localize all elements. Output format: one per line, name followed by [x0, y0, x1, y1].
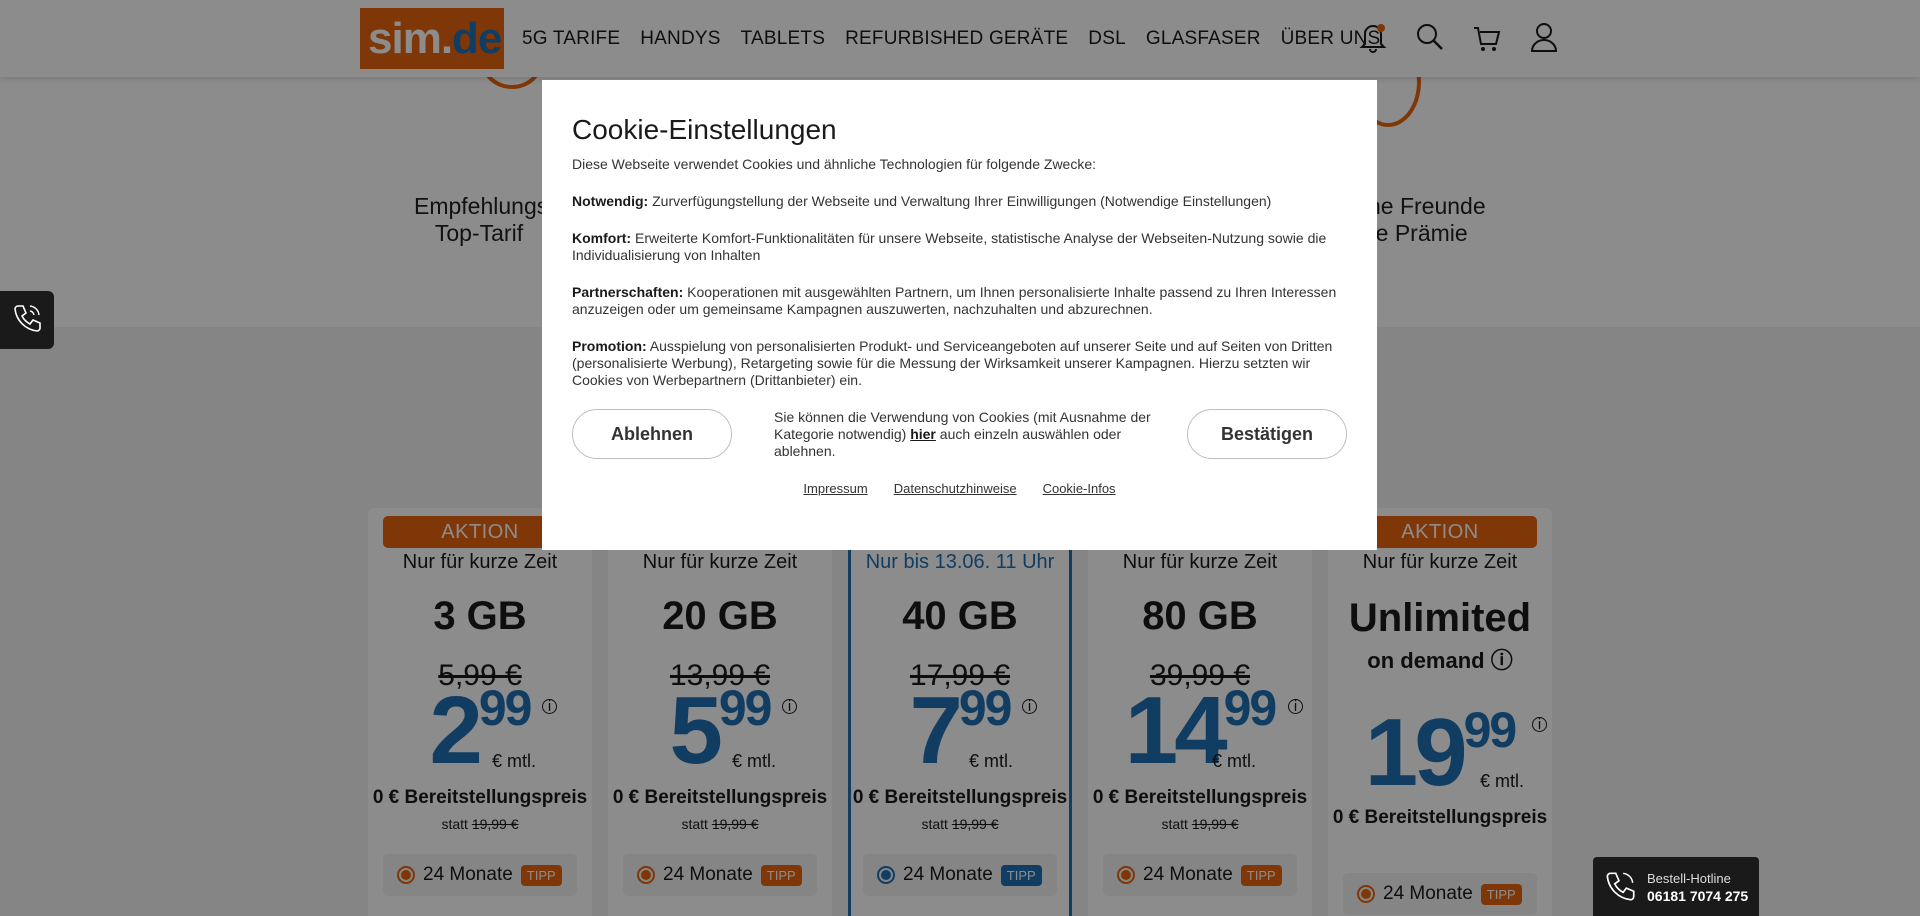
cookie-choice-text: Sie können die Verwendung von Cookies (m…	[774, 409, 1151, 459]
accept-button[interactable]: Bestätigen	[1187, 409, 1347, 459]
datenschutz-link[interactable]: Datenschutzhinweise	[894, 481, 1017, 496]
phone-callback-tab[interactable]	[0, 291, 54, 349]
dialog-actions: Ablehnen Sie können die Verwendung von C…	[572, 409, 1347, 469]
phone-icon	[9, 300, 45, 341]
cookie-section-notwendig: Notwendig: Zurverfügungstellung der Webs…	[572, 193, 1272, 209]
cookie-section-partnerschaften: Partnerschaften: Kooperationen mit ausge…	[572, 284, 1337, 317]
cookie-section-promotion: Promotion: Ausspielung von personalisier…	[572, 338, 1333, 388]
order-hotline[interactable]: Bestell-Hotline 06181 7074 275	[1593, 857, 1759, 916]
impressum-link[interactable]: Impressum	[803, 481, 867, 496]
cookie-infos-link[interactable]: Cookie-Infos	[1043, 481, 1116, 496]
decline-button[interactable]: Ablehnen	[572, 409, 732, 459]
phone-icon	[1601, 867, 1639, 910]
cookie-settings-dialog: Cookie-Einstellungen Diese Webseite verw…	[542, 80, 1377, 550]
individual-settings-link[interactable]: hier	[910, 426, 936, 442]
dialog-title: Cookie-Einstellungen	[572, 114, 837, 145]
hotline-label: Bestell-Hotline	[1647, 871, 1731, 886]
cookie-section-komfort: Komfort: Erweiterte Komfort-Funktionalit…	[572, 230, 1327, 263]
hotline-number: 06181 7074 275	[1647, 888, 1749, 904]
cookie-intro: Diese Webseite verwendet Cookies und ähn…	[572, 156, 1097, 172]
dialog-footer-links: Impressum Datenschutzhinweise Cookie-Inf…	[572, 481, 1347, 496]
